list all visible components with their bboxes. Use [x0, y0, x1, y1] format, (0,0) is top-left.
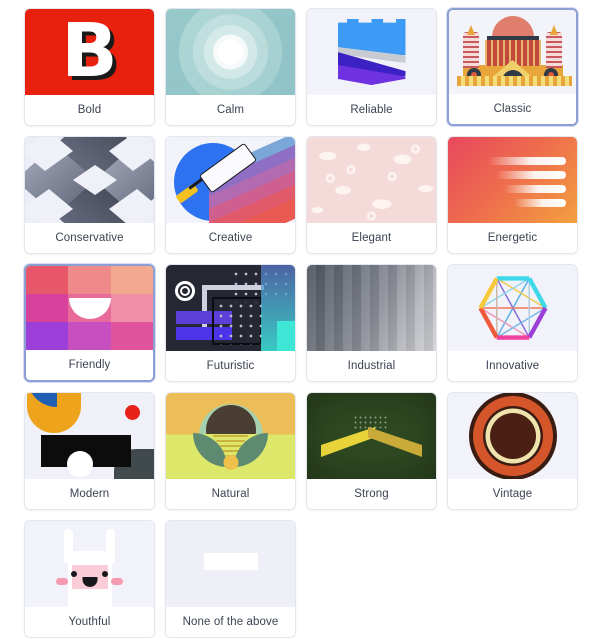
style-card-youthful[interactable]: Youthful — [24, 520, 155, 638]
style-card-label: Elegant — [307, 223, 436, 253]
classic-building-thumbnail — [449, 10, 576, 94]
youthful-bunny-thumbnail — [25, 521, 154, 607]
isometric-diamond-icon — [25, 137, 154, 223]
style-card-label: Industrial — [307, 351, 436, 381]
modern-geometric-thumbnail — [25, 393, 154, 479]
industrial-metal-thumbnail — [307, 265, 436, 351]
style-card-label: Calm — [166, 95, 295, 125]
reliable-shield-thumbnail — [307, 9, 436, 95]
creative-paint-roller-thumbnail — [166, 137, 295, 223]
chevron-left-half-icon — [321, 427, 375, 457]
style-card-industrial[interactable]: Industrial — [306, 264, 437, 382]
none-placeholder-thumbnail — [166, 521, 295, 607]
calm-glow-thumbnail — [166, 9, 295, 95]
futuristic-circuit-thumbnail — [166, 265, 295, 351]
style-card-label: Creative — [166, 223, 295, 253]
style-card-label: Natural — [166, 479, 295, 509]
innovative-hexagon-network-thumbnail — [448, 265, 577, 351]
style-card-conservative[interactable]: Conservative — [24, 136, 155, 254]
bold-logo-thumbnail: B — [25, 9, 154, 95]
style-card-label: Bold — [25, 95, 154, 125]
natural-landscape-thumbnail — [166, 393, 295, 479]
style-card-reliable[interactable]: Reliable — [306, 8, 437, 126]
bunny-eye-right-icon — [102, 571, 108, 577]
friendly-color-blocks-thumbnail — [26, 266, 153, 350]
style-card-label: Reliable — [307, 95, 436, 125]
style-card-label: Energetic — [448, 223, 577, 253]
vintage-badge-thumbnail — [448, 393, 577, 479]
target-ring-inner-icon — [180, 286, 190, 296]
style-card-label: Futuristic — [166, 351, 295, 381]
style-card-none-of-the-above[interactable]: None of the above — [165, 520, 296, 638]
style-card-label: Classic — [449, 94, 576, 124]
style-card-friendly[interactable]: Friendly — [24, 264, 155, 382]
style-card-grid: B Bold Calm Reliable Classic Conservativ… — [0, 0, 600, 638]
chevron-right-half-icon — [368, 427, 422, 457]
style-card-label: Innovative — [448, 351, 577, 381]
bunny-eye-left-icon — [71, 571, 77, 577]
style-card-label: Vintage — [448, 479, 577, 509]
style-card-vintage[interactable]: Vintage — [447, 392, 578, 510]
style-card-natural[interactable]: Natural — [165, 392, 296, 510]
placeholder-bar-icon — [203, 553, 258, 570]
strong-chevron-thumbnail — [307, 393, 436, 479]
style-card-futuristic[interactable]: Futuristic — [165, 264, 296, 382]
energetic-speed-lines-thumbnail — [448, 137, 577, 223]
hexagon-network-icon — [478, 276, 547, 340]
style-card-creative[interactable]: Creative — [165, 136, 296, 254]
bold-letter-b-icon: B — [61, 9, 118, 95]
conservative-isometric-thumbnail — [25, 137, 154, 223]
style-card-label: Conservative — [25, 223, 154, 253]
style-card-label: Modern — [25, 479, 154, 509]
style-card-modern[interactable]: Modern — [24, 392, 155, 510]
style-card-label: Friendly — [26, 350, 153, 380]
red-dot-icon — [125, 405, 140, 420]
style-card-calm[interactable]: Calm — [165, 8, 296, 126]
shield-icon — [337, 19, 406, 85]
style-card-energetic[interactable]: Energetic — [447, 136, 578, 254]
style-card-strong[interactable]: Strong — [306, 392, 437, 510]
style-card-classic[interactable]: Classic — [447, 8, 578, 126]
style-card-label: Youthful — [25, 607, 154, 637]
elegant-damask-thumbnail — [307, 137, 436, 223]
style-card-label: None of the above — [166, 607, 295, 637]
style-card-innovative[interactable]: Innovative — [447, 264, 578, 382]
style-card-elegant[interactable]: Elegant — [306, 136, 437, 254]
style-card-label: Strong — [307, 479, 436, 509]
style-card-bold[interactable]: B Bold — [24, 8, 155, 126]
